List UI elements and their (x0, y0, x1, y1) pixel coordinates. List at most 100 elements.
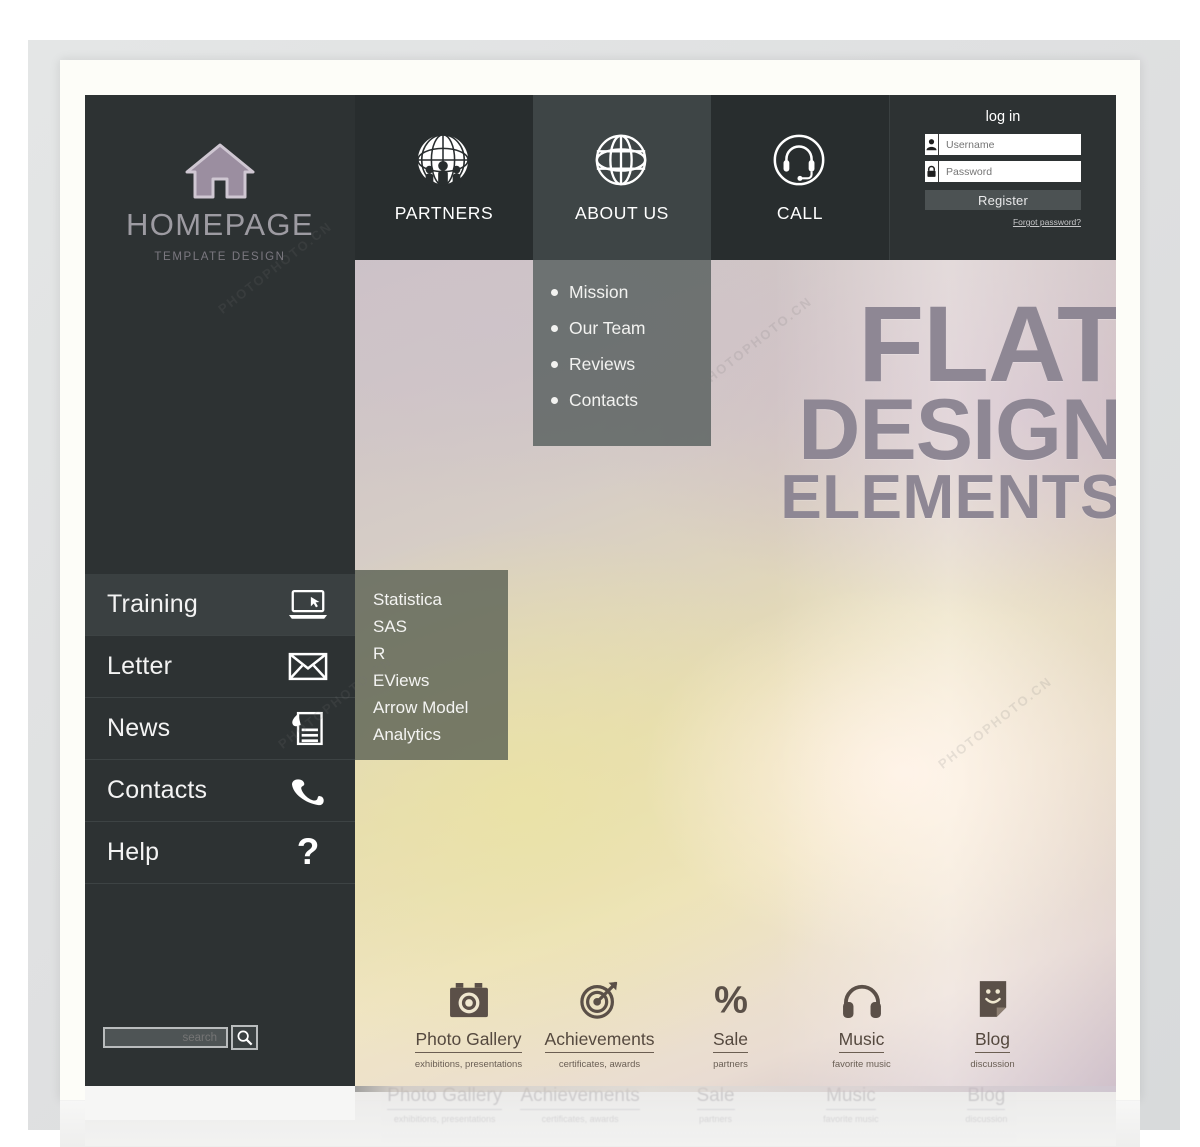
feature-subtitle: certificates, awards (558, 1059, 641, 1070)
bullet-icon (551, 397, 558, 404)
feature-title: Achievements (544, 1029, 655, 1053)
feature-music[interactable]: Music favorite music (796, 973, 927, 1070)
search-field (103, 1027, 228, 1048)
dropdown-item-label: Our Team (569, 318, 646, 338)
sidebar-item-label: Help (107, 838, 160, 866)
sidebar-item-letter[interactable]: Letter (85, 636, 355, 698)
hero-headline: FLAT DESIGN ELEMENTS (702, 283, 1116, 533)
sidebar-item-contacts[interactable]: Contacts (85, 760, 355, 822)
phone-handset-icon (287, 772, 329, 810)
search-bar (103, 1025, 258, 1050)
svg-text:%: % (714, 981, 748, 1019)
nav-label: PARTNERS (394, 203, 494, 223)
submenu-item-r[interactable]: R (373, 640, 508, 667)
svg-text:?: ? (297, 834, 320, 871)
reflection-item: Blog discussion (919, 1086, 1054, 1146)
lock-icon (925, 161, 939, 182)
password-input[interactable] (939, 161, 1083, 182)
newspaper-pen-icon (287, 710, 329, 748)
dropdown-item-mission[interactable]: Mission (551, 282, 711, 303)
reflection-left-block (85, 1086, 355, 1120)
hero-line-1: FLAT (858, 283, 1116, 404)
feature-title: Sale (712, 1029, 749, 1053)
brand-title: HOMEPAGE (125, 207, 315, 242)
reflection-subtitle: discussion (965, 1114, 1008, 1124)
page-root: FLAT DESIGN ELEMENTS HOMEPAGE TEMPLATE D… (0, 0, 1200, 1147)
submenu-item-eviews[interactable]: EViews (373, 667, 508, 694)
reflection-subtitle: exhibitions, presentations (393, 1114, 496, 1124)
brand-subtitle: TEMPLATE DESIGN (154, 251, 286, 263)
camera-icon (403, 973, 534, 1019)
sidebar-item-label: Letter (107, 652, 173, 680)
submenu-item-statistica[interactable]: Statistica (373, 586, 508, 613)
percent-icon: % (665, 973, 796, 1019)
dropdown-item-our-team[interactable]: Our Team (551, 318, 711, 339)
about-us-dropdown: Mission Our Team Reviews Contacts (533, 260, 711, 446)
nav-item-partners[interactable]: PARTNERS (355, 95, 533, 260)
side-menu: Training Letter News Contacts Help ? (85, 574, 355, 884)
submenu-item-analytics[interactable]: Analytics (373, 721, 508, 748)
browser-viewport: FLAT DESIGN ELEMENTS HOMEPAGE TEMPLATE D… (85, 95, 1116, 1086)
submenu-item-sas[interactable]: SAS (373, 613, 508, 640)
login-title: log in (985, 109, 1021, 125)
feature-subtitle: exhibitions, presentations (414, 1059, 523, 1070)
reflection-subtitle: favorite music (823, 1114, 879, 1124)
dropdown-item-contacts[interactable]: Contacts (551, 390, 711, 411)
bullet-icon (551, 289, 558, 296)
feature-title: Music (838, 1029, 885, 1053)
login-panel: log in Username Register Forgot password… (889, 95, 1116, 260)
headphones-icon (796, 973, 927, 1019)
sidebar-item-help[interactable]: Help ? (85, 822, 355, 884)
reflection-subtitle: certificates, awards (541, 1114, 619, 1124)
forgot-password-link[interactable]: Forgot password? (925, 217, 1081, 227)
username-row (925, 134, 1083, 155)
feature-title: Photo Gallery (415, 1029, 522, 1053)
top-navigation: HOMEPAGE TEMPLATE DESIGN PARTNERS ABOUT … (85, 95, 1116, 991)
feature-subtitle: partners (713, 1059, 748, 1070)
nav-item-call[interactable]: CALL (711, 95, 889, 260)
headset-icon (770, 131, 830, 191)
sidebar-item-label: Contacts (107, 776, 208, 804)
search-input[interactable] (105, 1030, 219, 1045)
hero-line-3: ELEMENTS (780, 463, 1116, 533)
question-mark-icon: ? (287, 834, 329, 872)
reflection-subtitle: partners (699, 1114, 733, 1124)
feature-title: Blog (974, 1029, 1011, 1053)
dropdown-item-label: Contacts (569, 390, 639, 410)
register-button[interactable]: Register (925, 190, 1081, 210)
search-button[interactable] (231, 1025, 258, 1050)
nav-label: ABOUT US (575, 203, 669, 223)
dropdown-item-reviews[interactable]: Reviews (551, 354, 711, 375)
feature-blog[interactable]: Blog discussion (927, 973, 1058, 1070)
training-submenu: Statistica SAS R EViews Arrow Model Anal… (355, 570, 508, 760)
smiley-note-icon (927, 973, 1058, 1019)
feature-sale[interactable]: % Sale partners (665, 973, 796, 1070)
envelope-icon (287, 648, 329, 686)
hero-line-2: DESIGN (798, 381, 1116, 478)
reflection-item: Sale partners (648, 1086, 783, 1146)
reflection-item: Music favorite music (783, 1086, 918, 1146)
magnifier-icon (237, 1030, 253, 1046)
laptop-cursor-icon (287, 586, 329, 624)
submenu-item-arrow-model[interactable]: Arrow Model (373, 694, 508, 721)
feature-row: Photo Gallery exhibitions, presentations… (355, 962, 1116, 1080)
sidebar-item-training[interactable]: Training (85, 574, 355, 636)
dropdown-item-label: Mission (569, 282, 629, 302)
username-input[interactable] (939, 134, 1083, 155)
reflection-item: Achievements certificates, awards (512, 1086, 647, 1146)
globe-icon (592, 131, 652, 191)
feature-subtitle: favorite music (832, 1059, 891, 1070)
nav-item-about-us[interactable]: ABOUT US (533, 95, 711, 260)
target-arrow-icon (534, 973, 665, 1019)
globe-people-icon (414, 131, 474, 191)
feature-photo-gallery[interactable]: Photo Gallery exhibitions, presentations (403, 973, 534, 1070)
bullet-icon (551, 361, 558, 368)
user-icon (925, 134, 939, 155)
feature-subtitle: discussion (970, 1059, 1015, 1070)
sidebar-item-label: Training (107, 590, 198, 618)
reflection-item: Photo Gallery exhibitions, presentations (377, 1086, 512, 1146)
feature-achievements[interactable]: Achievements certificates, awards (534, 973, 665, 1070)
home-icon (183, 141, 257, 199)
sidebar-item-news[interactable]: News (85, 698, 355, 760)
nav-label: CALL (776, 203, 824, 223)
